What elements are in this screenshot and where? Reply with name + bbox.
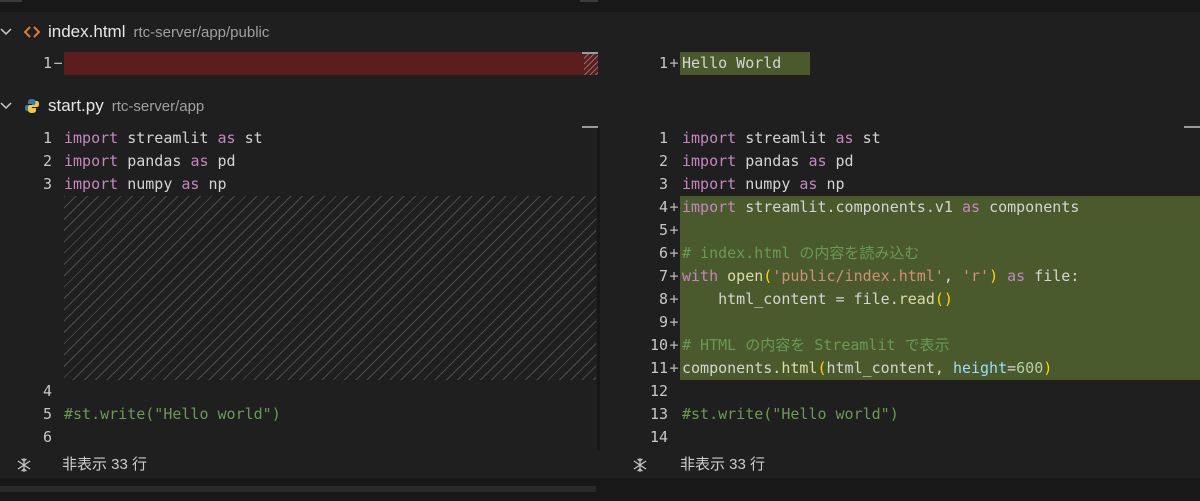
diff-marker-added: + xyxy=(669,54,679,72)
line-number: 1 xyxy=(658,129,668,147)
python-file-icon xyxy=(24,98,42,114)
code-line[interactable]: with open('public/index.html', 'r') as f… xyxy=(682,265,1079,288)
overview-ruler-mark xyxy=(582,52,598,54)
overview-ruler-mark xyxy=(582,126,598,128)
line-number: 6 xyxy=(658,244,668,262)
file-name[interactable]: index.html xyxy=(48,22,125,42)
line-number: 9 xyxy=(658,313,668,331)
file-path: rtc-server/app xyxy=(111,97,205,115)
line-number: 3 xyxy=(42,175,52,193)
code-line[interactable]: import pandas as pd xyxy=(682,150,854,173)
line-number: 14 xyxy=(649,428,668,446)
line-number: 5 xyxy=(658,221,668,239)
line-number: 1 xyxy=(42,129,52,147)
added-line-text[interactable]: Hello World xyxy=(682,52,781,75)
code-line[interactable]: # HTML の内容を Streamlit で表示 xyxy=(682,334,950,357)
unfold-icon[interactable] xyxy=(630,457,650,473)
bottom-strip xyxy=(0,478,1200,501)
top-strip xyxy=(0,0,1200,12)
diff-marker-removed: − xyxy=(53,54,63,72)
code-line[interactable]: #st.write("Hello world") xyxy=(682,403,899,426)
hidden-lines-label[interactable]: 非表示 33 行 xyxy=(62,452,147,478)
diff-marker-added: + xyxy=(669,359,679,377)
line-number: 1 xyxy=(658,54,668,72)
diff-marker-added: + xyxy=(669,221,679,239)
diff-divider[interactable] xyxy=(597,128,600,450)
code-line[interactable]: import numpy as np xyxy=(64,173,227,196)
hidden-lines-label[interactable]: 非表示 33 行 xyxy=(680,452,765,478)
code-line[interactable]: import numpy as np xyxy=(682,173,845,196)
html-file-icon xyxy=(24,26,42,38)
line-number: 7 xyxy=(658,267,668,285)
line-number: 4 xyxy=(42,382,52,400)
line-number: 10 xyxy=(649,336,668,354)
line-number: 11 xyxy=(649,359,668,377)
line-number: 1 xyxy=(42,54,52,72)
diff-marker-added: + xyxy=(669,313,679,331)
code-line[interactable]: html_content = file.read() xyxy=(682,288,953,311)
code-line[interactable]: import streamlit as st xyxy=(64,127,263,150)
code-line[interactable]: import streamlit as st xyxy=(682,127,881,150)
code-line[interactable]: # index.html の内容を読み込む xyxy=(682,242,919,265)
diff-placeholder-hatch xyxy=(64,196,596,380)
line-number: 4 xyxy=(658,198,668,216)
unfold-icon[interactable] xyxy=(14,457,34,473)
code-line[interactable]: #st.write("Hello world") xyxy=(64,403,281,426)
file-header-index-html[interactable]: index.html rtc-server/app/public xyxy=(0,12,1200,52)
removed-line xyxy=(64,52,584,75)
line-number: 2 xyxy=(42,152,52,170)
line-number: 12 xyxy=(649,382,668,400)
expand-hidden-left[interactable]: 非表示 33 行 xyxy=(14,452,147,478)
code-line[interactable]: import pandas as pd xyxy=(64,150,236,173)
line-number: 13 xyxy=(649,405,668,423)
diff-marker-added: + xyxy=(669,198,679,216)
file-header-start-py[interactable]: start.py rtc-server/app xyxy=(0,86,1200,126)
line-number: 8 xyxy=(658,290,668,308)
line-number: 3 xyxy=(658,175,668,193)
line-number: 6 xyxy=(42,428,52,446)
diff-marker-added: + xyxy=(669,244,679,262)
code-line[interactable]: import streamlit.components.v1 as compon… xyxy=(682,196,1079,219)
diff-marker-added: + xyxy=(669,290,679,308)
line-number: 2 xyxy=(658,152,668,170)
diff-marker-added: + xyxy=(669,336,679,354)
chevron-down-icon[interactable] xyxy=(0,28,12,36)
file-name[interactable]: start.py xyxy=(48,96,104,116)
overview-ruler-mark xyxy=(1184,126,1200,128)
diff-marker-added: + xyxy=(669,267,679,285)
hidden-lines-bar: 非表示 33 行 非表示 33 行 xyxy=(0,452,1200,478)
chevron-down-icon[interactable] xyxy=(0,102,12,110)
file-path: rtc-server/app/public xyxy=(133,23,270,41)
line-number: 5 xyxy=(42,405,52,423)
code-line[interactable]: components.html(html_content, height=600… xyxy=(682,357,1052,380)
expand-hidden-right[interactable]: 非表示 33 行 xyxy=(630,452,765,478)
